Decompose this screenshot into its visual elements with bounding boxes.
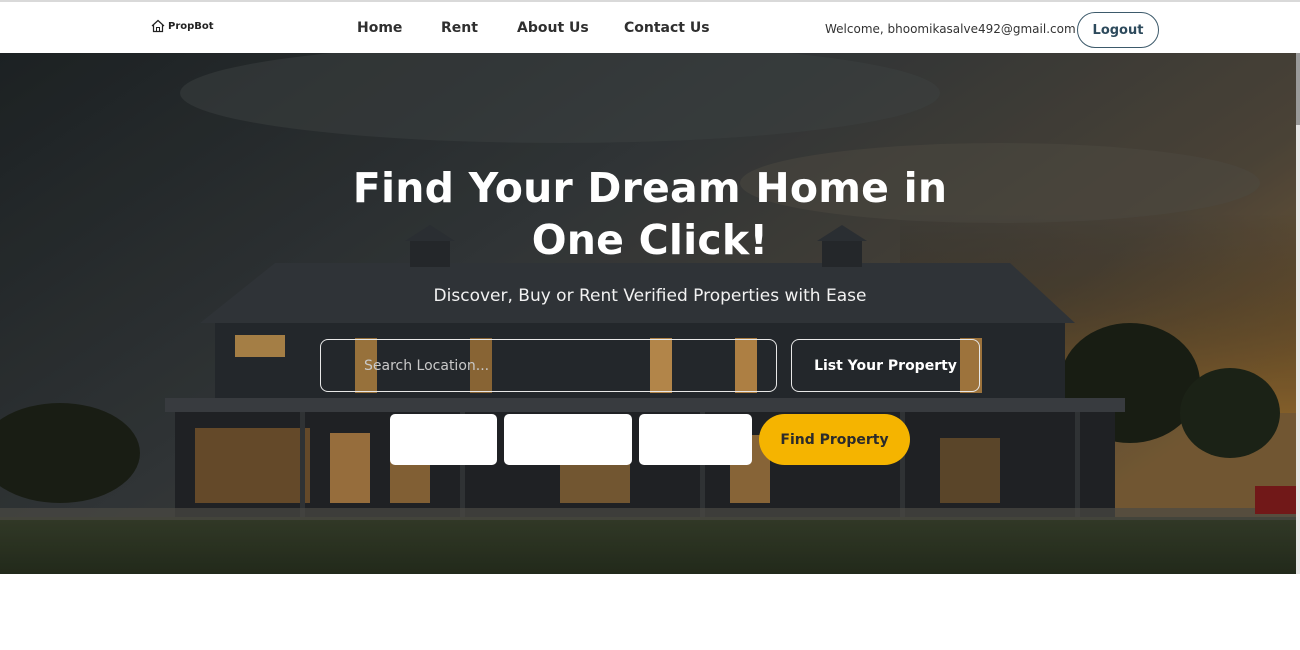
find-property-button[interactable]: Find Property: [759, 414, 910, 465]
filter-select-1[interactable]: [390, 414, 497, 465]
nav-contact-us[interactable]: Contact Us: [624, 20, 710, 36]
hero-overlay: [0, 53, 1300, 574]
below-hero-area: [0, 574, 1300, 650]
scrollbar-track[interactable]: [1296, 53, 1300, 574]
nav-rent[interactable]: Rent: [441, 20, 478, 36]
filter-select-2[interactable]: [504, 414, 632, 465]
list-property-button[interactable]: List Your Property: [791, 339, 980, 392]
scrollbar-thumb[interactable]: [1296, 53, 1300, 125]
filter-select-3[interactable]: [639, 414, 752, 465]
top-navbar: PropBot Home Rent About Us Contact Us We…: [0, 0, 1300, 53]
hero-title: Find Your Dream Home in One Click!: [352, 164, 948, 264]
hero-subtitle: Discover, Buy or Rent Verified Propertie…: [433, 286, 867, 306]
hero-section: [0, 53, 1300, 574]
search-location-input[interactable]: [320, 339, 777, 392]
house-icon: [151, 19, 165, 33]
nav-about-us[interactable]: About Us: [517, 20, 589, 36]
nav-home[interactable]: Home: [357, 20, 402, 36]
brand-logo[interactable]: PropBot: [151, 17, 214, 35]
logout-button[interactable]: Logout: [1077, 12, 1159, 48]
welcome-text: Welcome, bhoomikasalve492@gmail.com: [825, 22, 1076, 36]
brand-name: PropBot: [168, 20, 214, 32]
